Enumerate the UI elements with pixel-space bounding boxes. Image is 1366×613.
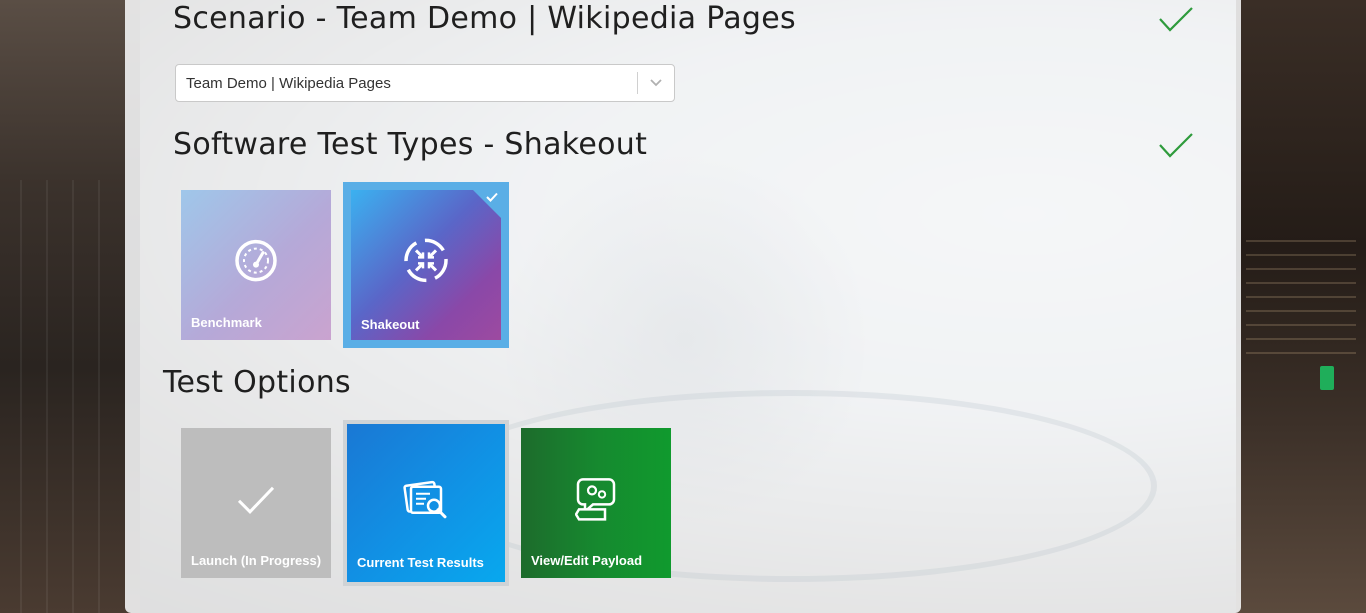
current-test-results-tile[interactable]: Current Test Results [347, 424, 505, 582]
current-test-results-label: Current Test Results [357, 555, 484, 570]
view-edit-payload-label: View/Edit Payload [531, 553, 643, 568]
scenario-select[interactable]: Team Demo | Wikipedia Pages [175, 64, 675, 102]
document-search-icon [403, 480, 447, 519]
check-icon [237, 486, 275, 514]
benchmark-label: Benchmark [191, 315, 262, 330]
chevron-down-icon[interactable] [638, 65, 674, 101]
speedometer-icon [235, 239, 277, 282]
benchmark-tile[interactable]: Benchmark [181, 190, 331, 340]
scenario-check-icon [1159, 7, 1193, 32]
background-right [1236, 0, 1366, 613]
exit-sign [1320, 366, 1334, 390]
test-types-check-icon [1159, 133, 1193, 158]
test-types-title: Software Test Types - Shakeout [173, 127, 648, 162]
scenario-title: Scenario - Team Demo | Wikipedia Pages [173, 1, 796, 36]
launch-label: Launch (In Progress) [191, 553, 322, 568]
shakeout-label: Shakeout [361, 317, 420, 332]
selected-check-icon [486, 192, 498, 202]
shakeout-tile[interactable]: Shakeout [351, 190, 501, 340]
scenario-select-value: Team Demo | Wikipedia Pages [186, 74, 391, 92]
settings-chat-icon [575, 478, 616, 521]
arrows-collapse-icon [404, 238, 448, 283]
launch-tile[interactable]: Launch (In Progress) [181, 428, 331, 578]
test-options-title: Test Options [163, 365, 351, 400]
shakeout-tile-selected-frame[interactable]: Shakeout [343, 182, 509, 348]
background-left [0, 0, 140, 613]
results-tile-frame[interactable]: Current Test Results [343, 420, 509, 586]
view-edit-payload-tile[interactable]: View/Edit Payload [521, 428, 671, 578]
